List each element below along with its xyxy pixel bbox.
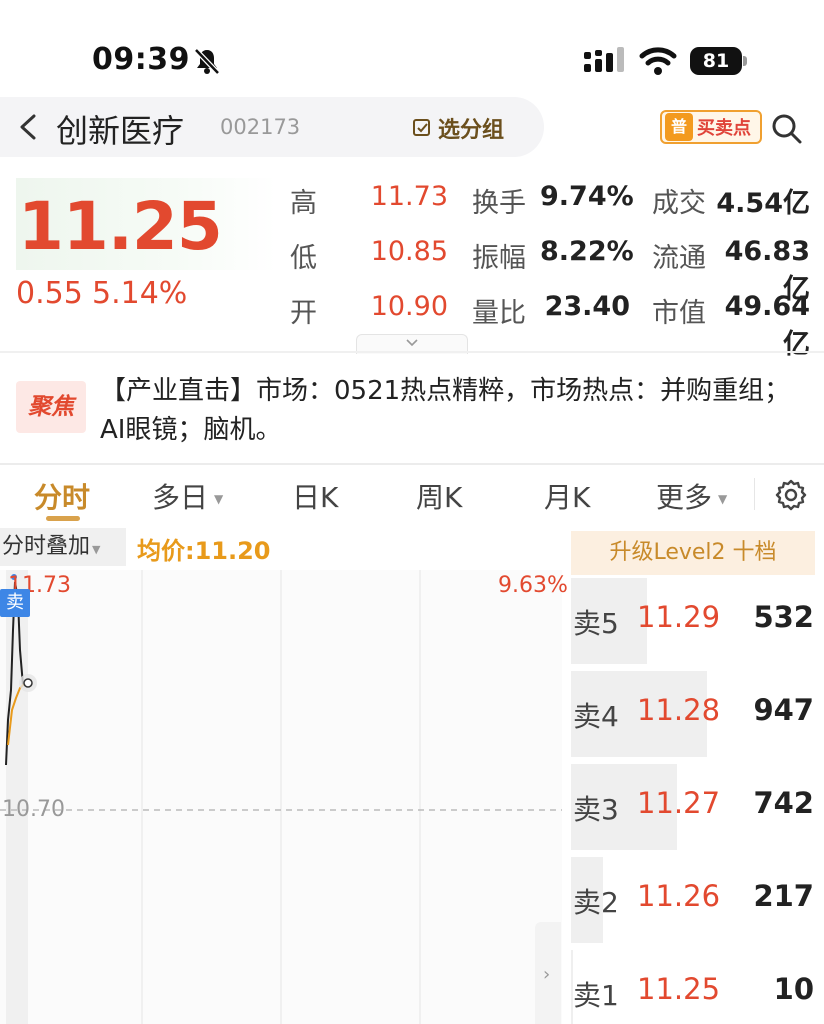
caret-down-icon: ▼ [214, 492, 224, 506]
select-group-button[interactable]: 选分组 [412, 110, 504, 146]
ask-level-label: 卖5 [573, 607, 619, 640]
ask-row-4[interactable]: 卖4 11.28 947 [571, 671, 824, 757]
quote-value-volume: 4.54亿 [716, 188, 810, 219]
upgrade-level2-button[interactable]: 升级Level2 十档 [571, 531, 815, 575]
tab-multi-day-label: 多日 [152, 481, 209, 514]
stock-code: 002173 [220, 115, 301, 139]
ask-volume: 742 [753, 786, 814, 820]
signal-icon [584, 47, 624, 72]
quote-label-open: 开 [290, 298, 317, 329]
tab-multi-day[interactable]: 多日 ▼ [152, 476, 223, 516]
quote-label-low: 低 [290, 243, 317, 274]
ask-level-label: 卖2 [573, 886, 619, 919]
price-change: 0.55 [16, 276, 83, 311]
ask-volume: 217 [753, 879, 814, 913]
ask-volume: 532 [753, 600, 814, 634]
ask-row-1[interactable]: 卖1 11.25 10 [571, 950, 824, 1024]
quote-value-volume-ratio: 23.40 [544, 291, 630, 322]
focus-badge: 聚焦 [16, 381, 86, 433]
ask-price: 11.26 [637, 879, 721, 913]
chevron-right-icon: › [543, 964, 551, 985]
average-price-label: 均价:11.20 [137, 537, 271, 565]
ask-price: 11.29 [637, 600, 721, 634]
ask-price: 11.28 [637, 693, 721, 727]
tab-separator [754, 478, 755, 510]
select-group-label: 选分组 [438, 118, 505, 143]
battery-indicator: 81 [690, 47, 747, 75]
current-price: 11.25 [18, 188, 223, 265]
checkbox-edit-icon [413, 119, 430, 136]
gear-icon[interactable] [774, 478, 808, 512]
quote-label-amplitude: 振幅 [472, 243, 526, 274]
ask-level-label: 卖4 [573, 700, 619, 733]
quote-label-volume-ratio: 量比 [472, 298, 526, 329]
tab-daily-k[interactable]: 日K [292, 476, 338, 516]
status-bar: 09:39 81 [0, 0, 824, 96]
buy-sell-badge: 普 [665, 113, 693, 141]
quote-label-high: 高 [290, 188, 317, 219]
tab-monthly-k[interactable]: 月K [544, 476, 590, 516]
intraday-chart[interactable] [0, 570, 562, 1024]
news-headline[interactable]: 【产业直击】市场：0521热点精粹，市场热点：并购重组；AI眼镜；脑机。 [100, 372, 800, 450]
buy-sell-points-button[interactable]: 普 买卖点 [660, 110, 762, 144]
tab-active-indicator [46, 516, 80, 521]
chart-mid-price: 10.70 [2, 797, 65, 822]
chart-overlay-label: 分时叠加 [2, 534, 91, 559]
status-time: 09:39 [92, 42, 190, 77]
ask-volume: 10 [773, 972, 814, 1006]
bell-muted-icon [194, 48, 220, 75]
buy-sell-label: 买卖点 [697, 118, 751, 139]
ask-volume: 947 [753, 693, 814, 727]
caret-down-icon: ▼ [718, 492, 728, 506]
stock-name: 创新医疗 [56, 112, 185, 150]
quote-value-open: 10.90 [370, 291, 448, 322]
caret-down-icon: ▼ [92, 543, 101, 556]
ask-row-3[interactable]: 卖3 11.27 742 [571, 764, 824, 850]
section-divider [0, 463, 824, 465]
battery-level: 81 [690, 47, 742, 75]
back-chevron-icon[interactable] [12, 110, 44, 144]
ask-level-label: 卖1 [573, 979, 619, 1012]
quote-value-low: 10.85 [370, 236, 448, 267]
tab-intraday[interactable]: 分时 [34, 476, 90, 516]
ask-row-5[interactable]: 卖5 11.29 532 [571, 578, 824, 664]
section-divider [0, 351, 824, 353]
ask-level-label: 卖3 [573, 793, 619, 826]
price-change-pct: 5.14% [92, 276, 188, 311]
quote-value-amplitude: 8.22% [540, 236, 634, 267]
quote-label-float: 流通 [652, 243, 706, 274]
quote-label-turnover: 换手 [472, 188, 526, 219]
wifi-icon [639, 47, 677, 75]
chevron-down-icon [406, 339, 418, 347]
ask-row-2[interactable]: 卖2 11.26 217 [571, 857, 824, 943]
quote-value-high: 11.73 [370, 181, 448, 212]
quote-label-volume: 成交 [652, 188, 706, 219]
tab-more[interactable]: 更多 ▼ [656, 476, 727, 516]
sell-signal-tag[interactable]: 卖 [0, 589, 30, 617]
search-icon[interactable] [770, 112, 804, 146]
tab-more-label: 更多 [656, 481, 713, 514]
ask-price: 11.27 [637, 786, 721, 820]
quote-label-market-cap: 市值 [652, 298, 706, 329]
quote-value-turnover: 9.74% [540, 181, 634, 212]
chart-overlay-dropdown[interactable]: 分时叠加 ▼ [0, 528, 126, 566]
chart-collapse-handle[interactable]: › [535, 922, 561, 1024]
chart-high-pct: 9.63% [498, 573, 568, 598]
ask-price: 11.25 [637, 972, 721, 1006]
tab-weekly-k[interactable]: 周K [416, 476, 462, 516]
cursor-dot [23, 678, 33, 688]
